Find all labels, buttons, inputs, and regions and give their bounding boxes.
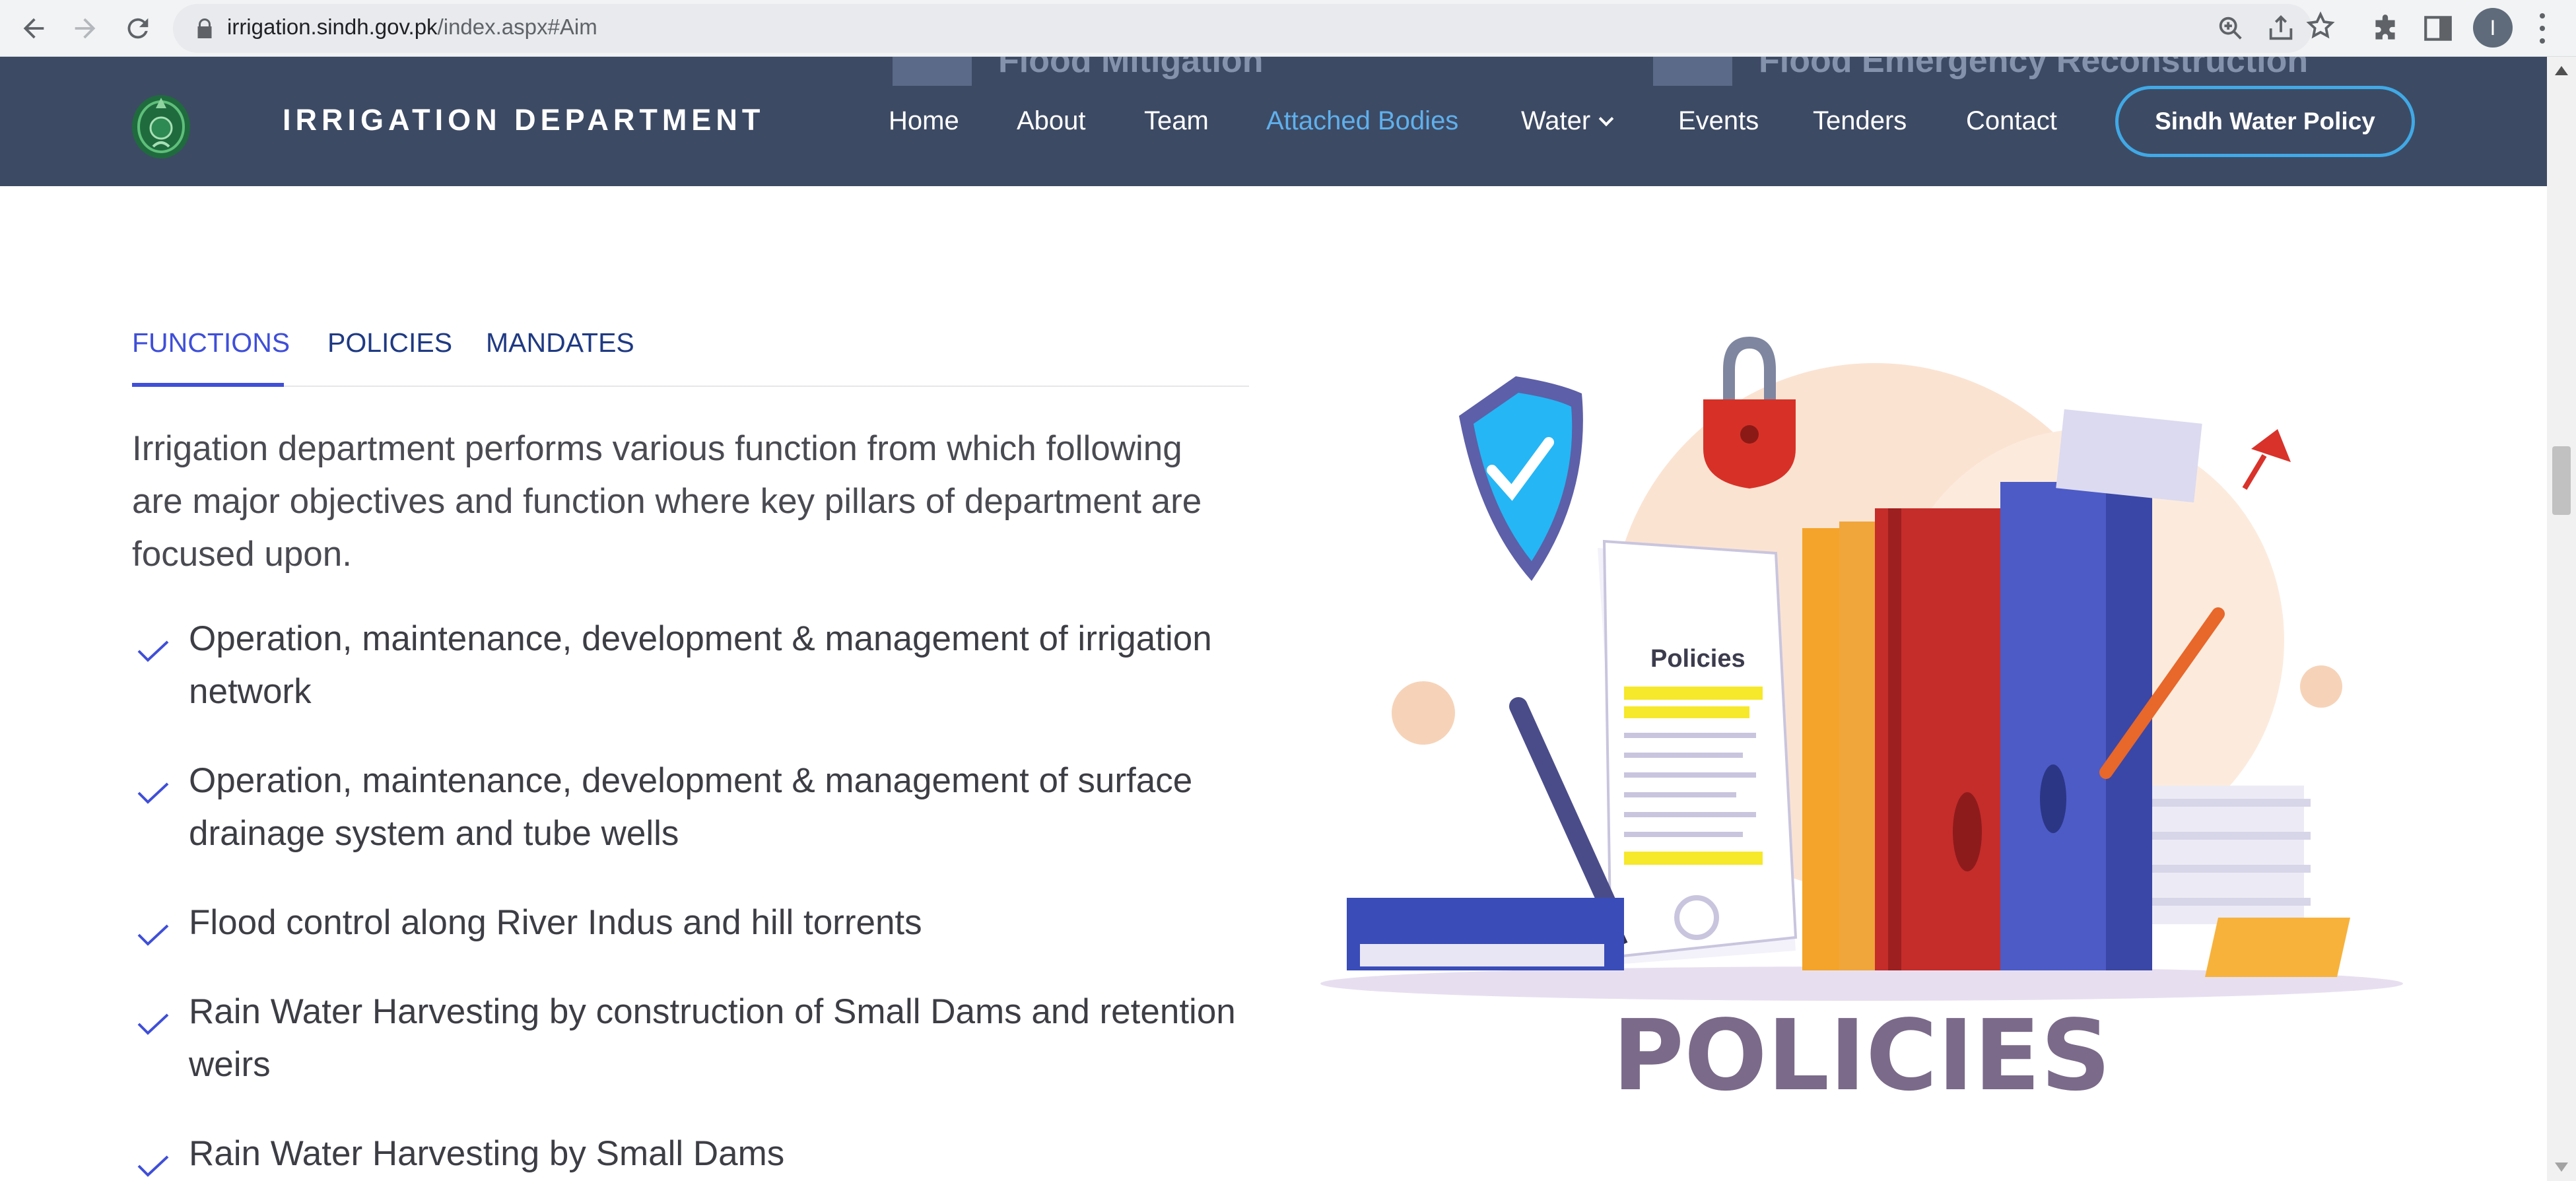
peek-text-left: Flood Mitigation: [998, 57, 1264, 80]
page-scrollbar[interactable]: [2547, 57, 2576, 1181]
function-text: Operation, maintenance, development & ma…: [189, 619, 1212, 711]
scroll-up-arrow-icon[interactable]: [2555, 66, 2568, 75]
address-bar[interactable]: irrigation.sindh.gov.pk/index.aspx#Aim: [173, 4, 2312, 53]
peek-text-right: Flood Emergency Reconstruction: [1759, 57, 2309, 80]
browser-menu-icon[interactable]: [2532, 9, 2552, 48]
back-button[interactable]: [12, 7, 55, 50]
document-title: Policies: [1650, 645, 1746, 673]
nav-team[interactable]: Team: [1144, 106, 1209, 136]
functions-intro: Irrigation department performs various f…: [132, 429, 1202, 574]
site-header: Flood Mitigation Flood Emergency Reconst…: [0, 57, 2547, 186]
nav-events[interactable]: Events: [1678, 106, 1759, 136]
nav-attached-bodies[interactable]: Attached Bodies: [1266, 106, 1458, 136]
forward-button[interactable]: [63, 7, 107, 50]
nav-about[interactable]: About: [1017, 106, 1086, 136]
nav-water-label: Water: [1521, 106, 1591, 135]
function-text: Rain Water Harvesting by Small Dams: [189, 1134, 785, 1173]
zoom-icon[interactable]: [2216, 13, 2246, 44]
tab-policies[interactable]: POLICIES: [327, 327, 452, 358]
department-logo[interactable]: [129, 86, 193, 160]
list-item: Flood control along River Indus and hill…: [132, 896, 1254, 949]
peek-card-left: Flood Mitigation: [893, 57, 1263, 86]
check-icon: [137, 782, 169, 804]
tab-mandates[interactable]: MANDATES: [486, 327, 634, 358]
reload-icon: [127, 18, 149, 39]
extensions-icon[interactable]: [2369, 12, 2402, 45]
check-icon: [137, 1155, 169, 1177]
sindh-water-policy-button[interactable]: Sindh Water Policy: [2115, 86, 2415, 157]
list-item: Rain Water Harvesting by construction of…: [132, 986, 1254, 1091]
side-panel-icon[interactable]: [2422, 12, 2455, 45]
chevron-down-icon: [1598, 111, 1614, 127]
nav-home[interactable]: Home: [889, 106, 959, 136]
arrow-right-icon: [75, 18, 96, 39]
url-text[interactable]: irrigation.sindh.gov.pk/index.aspx#Aim: [227, 15, 597, 40]
reload-button[interactable]: [116, 7, 160, 50]
browser-toolbar: irrigation.sindh.gov.pk/index.aspx#Aim I: [0, 0, 2576, 57]
policy-document: Policies: [1598, 539, 1798, 964]
check-icon: [137, 640, 169, 662]
list-item: Rain Water Harvesting by Small Dams: [132, 1128, 1254, 1180]
share-icon[interactable]: [2266, 13, 2296, 44]
list-item: Operation, maintenance, development & ma…: [132, 755, 1254, 860]
active-tab-indicator: [132, 383, 284, 387]
nav-tenders[interactable]: Tenders: [1813, 106, 1907, 136]
peek-card-right: Flood Emergency Reconstruction: [1653, 57, 2308, 86]
illustration-caption: POLICIES: [1612, 999, 2111, 1112]
padlock-icon: [1703, 337, 1796, 489]
content-tabs: FUNCTIONS POLICIES MANDATES: [132, 323, 1249, 387]
check-icon: [137, 924, 169, 946]
function-text: Rain Water Harvesting by construction of…: [189, 992, 1236, 1084]
functions-list: Operation, maintenance, development & ma…: [132, 613, 1254, 1181]
scrollbar-thumb[interactable]: [2552, 446, 2571, 515]
check-icon: [137, 1013, 169, 1035]
bookmark-star-icon[interactable]: [2305, 11, 2336, 41]
policies-illustration: Policies POLICIES: [1320, 337, 2403, 1112]
arrow-left-icon: [23, 18, 44, 39]
function-text: Operation, maintenance, development & ma…: [189, 761, 1193, 853]
lock-icon: [197, 18, 212, 38]
nav-water[interactable]: Water: [1521, 106, 1614, 136]
list-item: Operation, maintenance, development & ma…: [132, 613, 1254, 718]
profile-avatar[interactable]: I: [2473, 8, 2513, 48]
scroll-down-arrow-icon[interactable]: [2555, 1163, 2568, 1172]
function-text: Flood control along River Indus and hill…: [189, 903, 922, 942]
tab-functions[interactable]: FUNCTIONS: [132, 327, 290, 358]
shield-icon: [1459, 376, 1583, 581]
brand-title[interactable]: IRRIGATION DEPARTMENT: [283, 103, 764, 137]
nav-contact[interactable]: Contact: [1966, 106, 2057, 136]
